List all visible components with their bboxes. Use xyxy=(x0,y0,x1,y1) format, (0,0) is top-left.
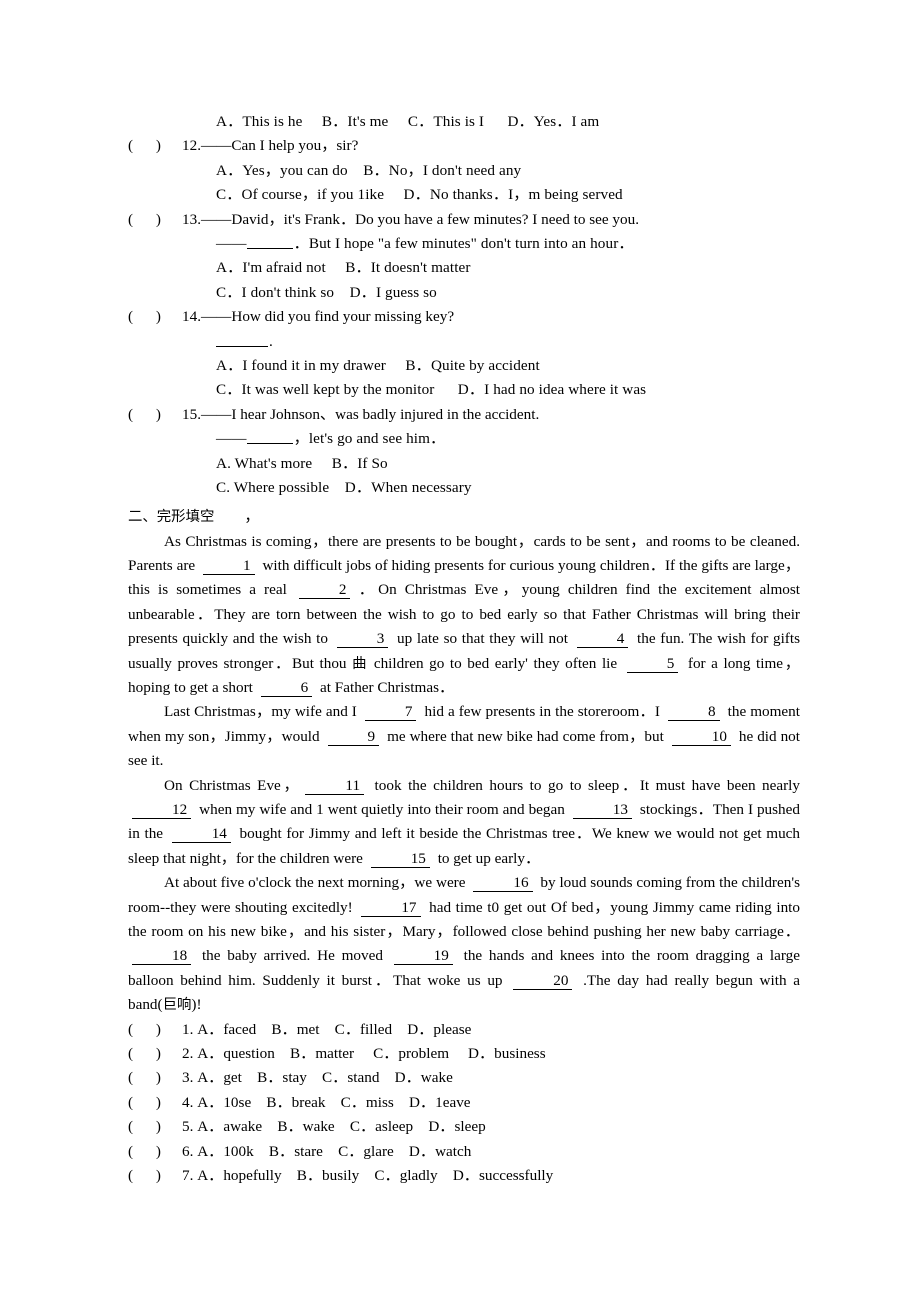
cloze-blank-11[interactable]: 11 xyxy=(305,777,365,795)
cloze-blank-8[interactable]: 8 xyxy=(668,703,720,722)
question-11-options: A．This is he B．It's me C．This is I D．Yes… xyxy=(216,113,600,130)
cloze-paragraph: At about five o'clock the next morning，w… xyxy=(128,874,800,1014)
cloze-answer-number: 1. xyxy=(182,1020,198,1038)
question-15-answer-prefix: —— xyxy=(216,430,247,448)
cloze-answer-number: 6. xyxy=(182,1142,198,1160)
cloze-answer-row: ( ) 7. A．hopefully B．busily C．gladly D．su… xyxy=(128,1164,800,1188)
cloze-answer-row: ( ) 6. A．100k B．stare C．glare D．watch xyxy=(128,1140,800,1164)
cloze-answer-checkbox[interactable]: ( ) xyxy=(128,1140,182,1164)
cloze-passage: As Christmas is coming，there are present… xyxy=(128,530,800,1018)
cloze-answer-row: ( ) 4. A．10se B．break C．miss D．1eave xyxy=(128,1091,800,1115)
question-12-checkbox[interactable]: ( ) xyxy=(128,134,182,158)
cloze-blank-14[interactable]: 14 xyxy=(171,825,231,844)
question-15-number: 15. xyxy=(182,405,201,423)
cloze-blank-17[interactable]: 17 xyxy=(361,899,421,917)
cloze-answer-checkbox[interactable]: ( ) xyxy=(128,1164,182,1188)
cloze-blank-1[interactable]: 1 xyxy=(203,557,255,575)
question-12-text: ——Can I help you，sir? xyxy=(200,137,359,155)
cloze-answer-number: 5. xyxy=(182,1118,198,1136)
document-content: A．This is he B．It's me C．This is I D．Yes… xyxy=(128,110,800,1188)
cloze-answer-options: A．awake B．wake C．asleep D．sleep xyxy=(197,1118,486,1136)
question-13-stem: ( ) 13. ——David，it's Frank．Do you have a… xyxy=(128,208,800,232)
cloze-answer-checkbox[interactable]: ( ) xyxy=(128,1018,182,1042)
cloze-blank-20[interactable]: 20 xyxy=(513,972,573,990)
cloze-blank-19[interactable]: 19 xyxy=(393,947,453,966)
question-15-options-line-1: A. What's more B．If So xyxy=(216,454,388,472)
cloze-answer-number: 4. xyxy=(182,1093,198,1111)
question-14-answer-suffix: . xyxy=(269,332,273,350)
cloze-answer-row: ( ) 2. A．question B．matter C．problem D．bu… xyxy=(128,1042,800,1066)
cloze-answer-options: A．10se B．break C．miss D．1eave xyxy=(197,1093,471,1111)
cloze-blank-6[interactable]: 6 xyxy=(260,679,313,697)
question-13-checkbox[interactable]: ( ) xyxy=(128,208,182,232)
cjk-gloss: 曲 xyxy=(352,655,369,672)
question-13-answer-suffix: ．But I hope "a few minutes" don't turn i… xyxy=(293,235,634,253)
cloze-answer-options: A．faced B．met C．filled D．please xyxy=(197,1020,472,1038)
question-13-answer-line: —— ．But I hope "a few minutes" don't turn… xyxy=(128,232,800,256)
cloze-blank-13[interactable]: 13 xyxy=(572,801,632,819)
cloze-blank-4[interactable]: 4 xyxy=(576,630,629,649)
question-14-options-line-1: A．I found it in my drawer B．Quite by acc… xyxy=(216,357,540,375)
question-15-stem: ( ) 15. ——I hear Johnson、was badly injur… xyxy=(128,403,800,427)
question-12-options-line-1: A．Yes，you can do B．No，I don't need any xyxy=(216,161,522,179)
cloze-blank-2[interactable]: 2 xyxy=(298,581,351,600)
question-12-stem: ( ) 12. ——Can I help you，sir? xyxy=(128,134,800,158)
question-15-answer-blank[interactable] xyxy=(246,430,293,445)
cloze-blank-18[interactable]: 18 xyxy=(132,947,192,966)
cloze-blank-16[interactable]: 16 xyxy=(473,874,533,893)
question-12-options-line-2: C．Of course，if you 1ike D．No thanks．I，m … xyxy=(216,186,623,204)
question-12-number: 12. xyxy=(182,137,201,155)
question-14-number: 14. xyxy=(182,308,201,326)
cloze-answer-options: A．hopefully B．busily C．gladly D．successf… xyxy=(197,1167,554,1185)
cloze-answer-checkbox[interactable]: ( ) xyxy=(128,1042,182,1066)
cloze-blank-15[interactable]: 15 xyxy=(370,850,430,868)
cloze-blank-12[interactable]: 12 xyxy=(132,801,192,819)
question-14-text: ——How did you find your missing key? xyxy=(200,308,455,326)
cloze-answer-checkbox[interactable]: ( ) xyxy=(128,1091,182,1115)
cloze-blank-9[interactable]: 9 xyxy=(327,728,380,746)
question-13-options-line-1: A．I'm afraid not B．It doesn't matter xyxy=(216,259,471,277)
cloze-blank-5[interactable]: 5 xyxy=(626,655,679,673)
cloze-blank-7[interactable]: 7 xyxy=(364,703,417,722)
section-heading-cloze: 二、完形填空 ， xyxy=(128,503,800,530)
section-heading-label: 二、完形填空 xyxy=(128,508,215,525)
cloze-answer-options: A．get B．stay C．stand D．wake xyxy=(197,1069,453,1087)
cloze-answer-row: ( ) 3. A．get B．stay C．stand D．wake xyxy=(128,1066,800,1090)
question-13-answer-prefix: —— xyxy=(216,235,247,253)
cloze-answer-row: ( ) 5. A．awake B．wake C．asleep D．sleep xyxy=(128,1115,800,1139)
cloze-answer-number: 2. xyxy=(182,1045,198,1063)
document-page: A．This is he B．It's me C．This is I D．Yes… xyxy=(0,0,920,1302)
question-14-stem: ( ) 14. ——How did you find your missing … xyxy=(128,305,800,329)
cloze-paragraph: Last Christmas，my wife and I 7 hid a few… xyxy=(128,703,800,770)
question-15-checkbox[interactable]: ( ) xyxy=(128,403,182,427)
question-13-number: 13. xyxy=(182,210,201,228)
cloze-paragraph: On Christmas Eve， 11 took the children ho… xyxy=(128,776,800,868)
cloze-answer-number: 7. xyxy=(182,1167,198,1185)
cloze-answer-options: A．100k B．stare C．glare D．watch xyxy=(197,1142,472,1160)
cloze-answer-row: ( ) 1. A．faced B．met C．filled D．please xyxy=(128,1018,800,1042)
cloze-answer-checkbox[interactable]: ( ) xyxy=(128,1115,182,1139)
question-15-answer-line: —— ，let's go and see him． xyxy=(128,427,800,451)
cloze-answer-number: 3. xyxy=(182,1069,198,1087)
question-15-options-line-2: C. Where possible D．When necessary xyxy=(216,479,472,497)
question-14-answer-blank[interactable] xyxy=(216,333,268,347)
question-15-answer-suffix: ，let's go and see him． xyxy=(293,430,446,448)
question-13-answer-blank[interactable] xyxy=(246,235,293,250)
question-14-checkbox[interactable]: ( ) xyxy=(128,305,182,329)
cloze-blank-3[interactable]: 3 xyxy=(336,630,389,649)
question-13-text: ——David，it's Frank．Do you have a few min… xyxy=(200,210,639,228)
question-14-answer-line: . xyxy=(128,330,800,354)
question-14-options-line-2: C．It was well kept by the monitor D．I ha… xyxy=(216,381,647,399)
question-15-text: ——I hear Johnson、was badly injured in th… xyxy=(200,405,540,423)
cloze-answer-list: ( ) 1. A．faced B．met C．filled D．please( )… xyxy=(128,1018,800,1189)
question-13-options-line-2: C．I don't think so D．I guess so xyxy=(216,283,437,301)
cjk-gloss: 巨响 xyxy=(162,997,192,1014)
cloze-paragraph: As Christmas is coming，there are present… xyxy=(128,532,801,697)
cloze-answer-checkbox[interactable]: ( ) xyxy=(128,1066,182,1090)
cloze-answer-options: A．question B．matter C．problem D．business xyxy=(197,1045,546,1063)
section-heading-trailing-comma: ， xyxy=(244,506,260,525)
cloze-blank-10[interactable]: 10 xyxy=(671,728,731,746)
